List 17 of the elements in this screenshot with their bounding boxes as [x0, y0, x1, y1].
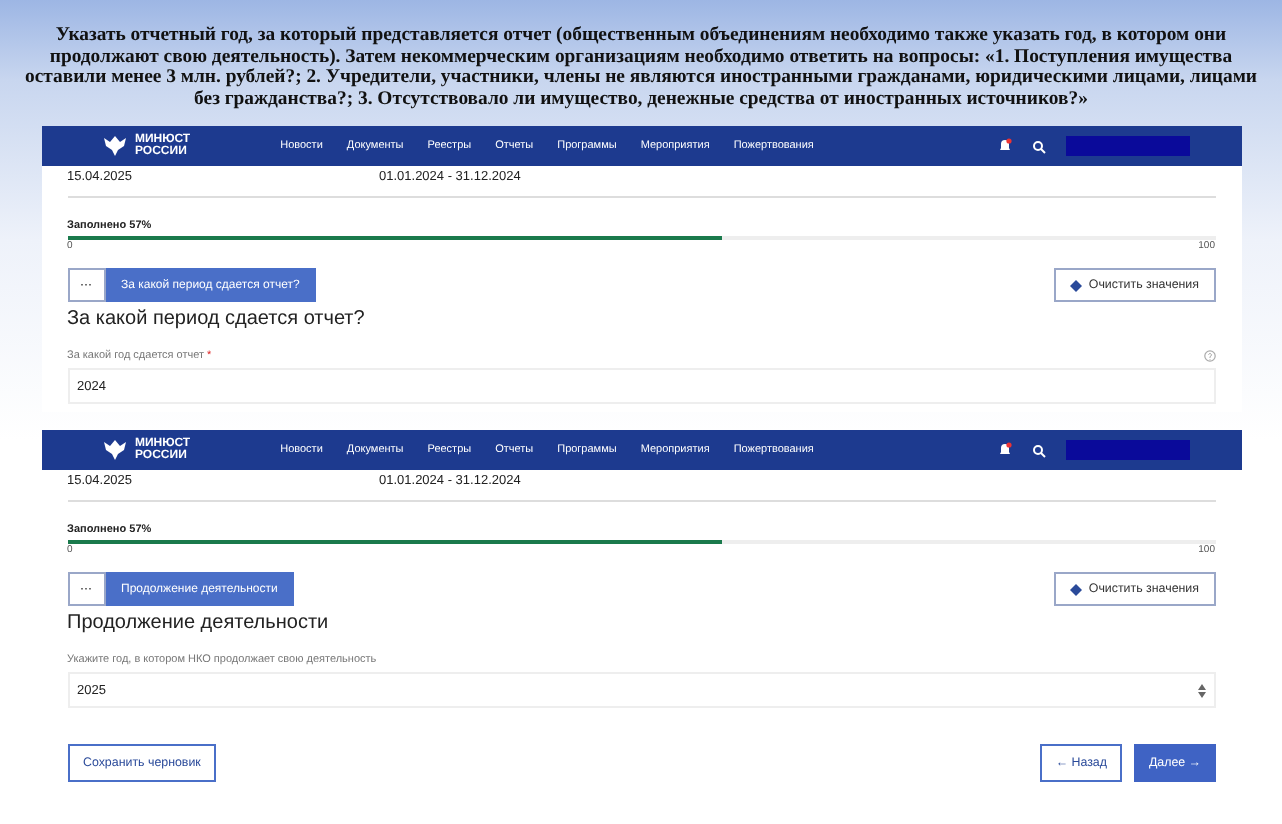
section-heading: Продолжение деятельности	[67, 612, 331, 635]
section-heading: За какой период сдается отчет?	[67, 308, 367, 331]
instruction-text: оставили менее 3 млн. рублей?; 2. Учредители, участники, члены не являются иностранными гражданами, юридическими лицами, лицами	[24, 68, 1258, 90]
spinner-icon[interactable]	[1197, 683, 1205, 698]
emblem-icon	[101, 438, 127, 463]
bell-icon[interactable]	[997, 442, 1011, 459]
account-block	[1065, 136, 1189, 157]
eraser-icon	[1070, 279, 1083, 292]
instruction-text: без гражданства?; 3. Отсутствовало ли имущество, денежные средства от иностранных источников?»	[194, 89, 1088, 111]
emblem-icon	[101, 134, 127, 159]
account-block	[1065, 440, 1189, 461]
bell-icon[interactable]	[997, 138, 1011, 155]
search-icon[interactable]	[1031, 443, 1045, 458]
search-icon[interactable]	[1031, 139, 1045, 154]
instruction-text: продолжают свою деятельность). Затем некоммерческим организациям необходимо ответить на вопросы: «1. Поступления имущества	[49, 47, 1233, 68]
eraser-icon	[1070, 583, 1083, 596]
instruction-text: Указать отчетный год, за который представляется отчет (общественным объединениям необходимо также указать год, в котором они	[55, 26, 1227, 48]
